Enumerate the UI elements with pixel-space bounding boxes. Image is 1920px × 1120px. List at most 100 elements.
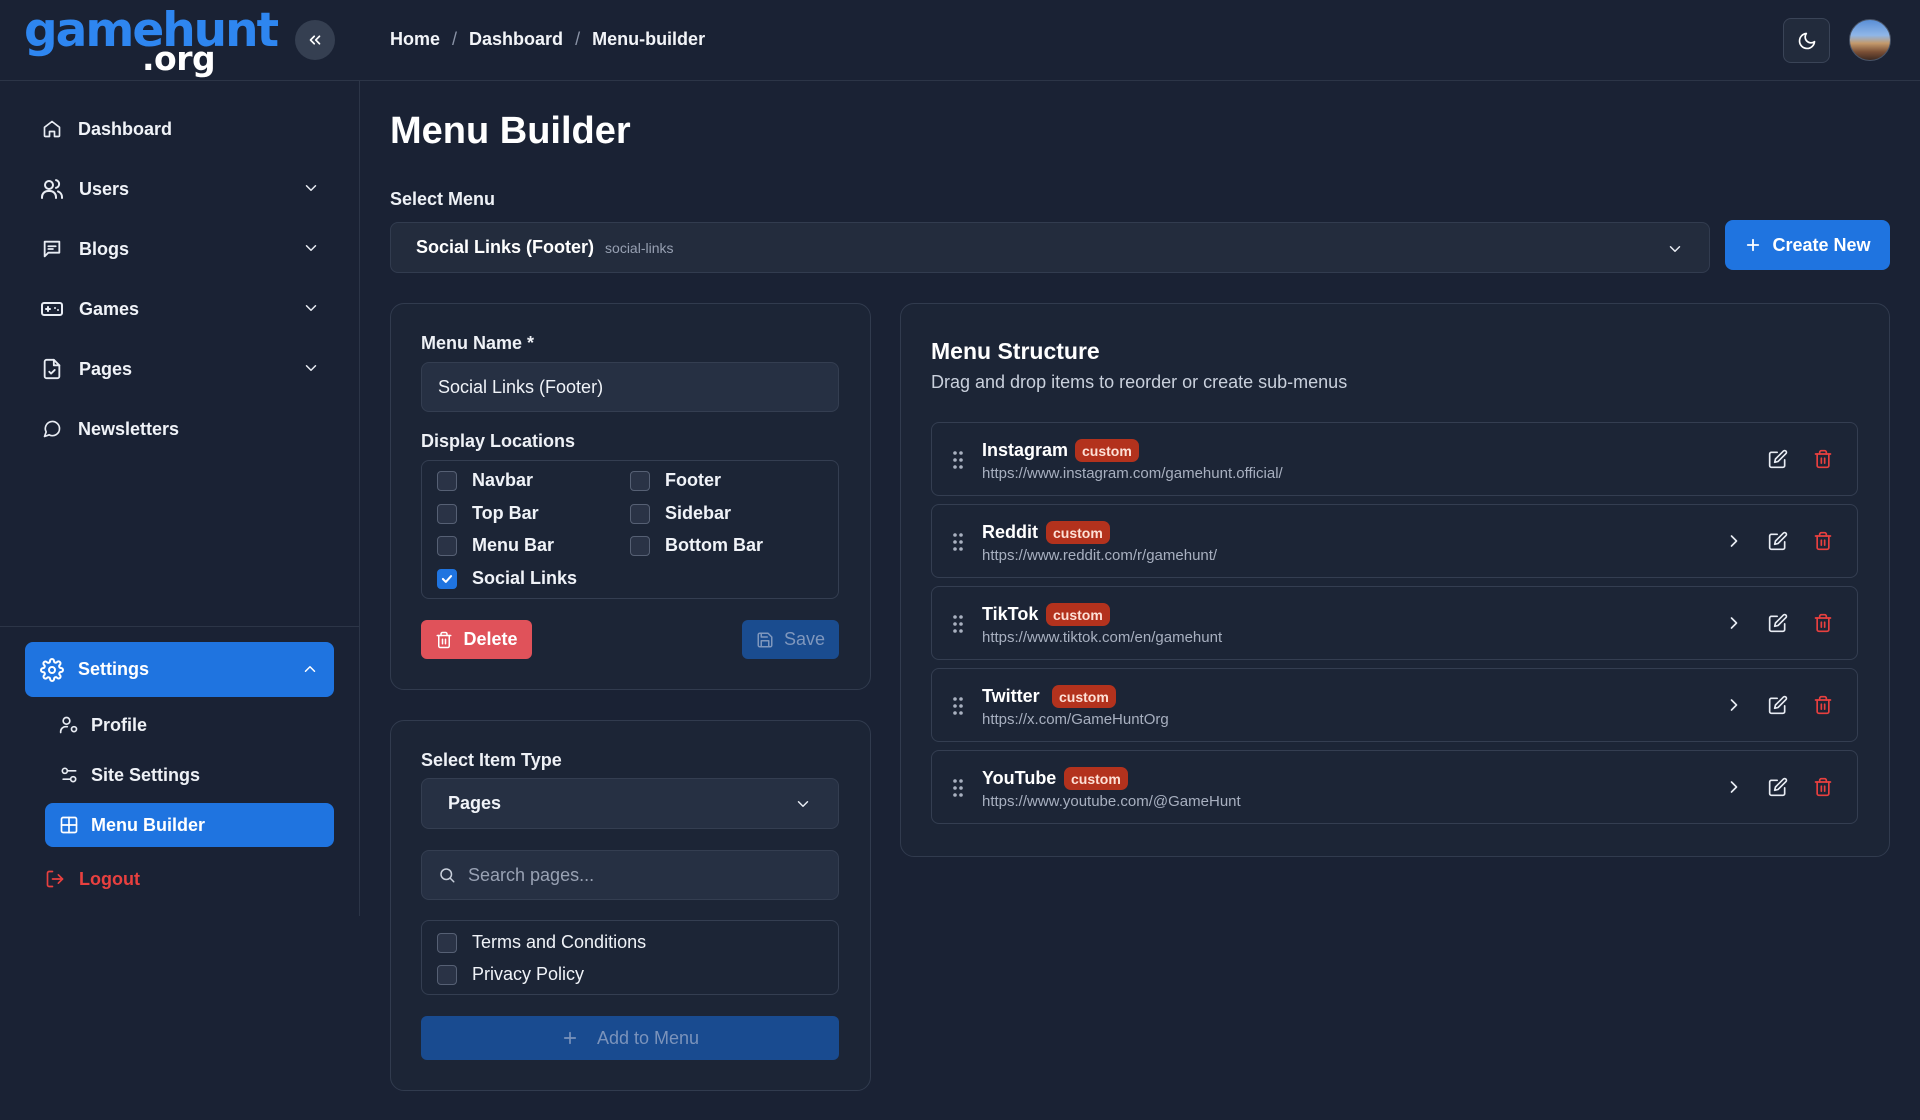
menu-item-row[interactable]: YouTube custom https://www.youtube.com/@… [931, 750, 1858, 824]
sidebar-item-users[interactable]: Users [25, 164, 335, 214]
menu-item-row[interactable]: Twitter custom https://x.com/GameHuntOrg [931, 668, 1858, 742]
gamepad-icon [41, 302, 63, 316]
location-bottom-bar-checkbox[interactable]: Bottom Bar [630, 535, 763, 556]
breadcrumb-separator: / [575, 29, 581, 49]
sidebar-item-pages[interactable]: Pages [25, 344, 335, 394]
search-icon [440, 868, 455, 883]
display-locations-label: Display Locations [421, 431, 576, 451]
logout-button[interactable]: Logout [45, 861, 140, 897]
menu-name-input[interactable]: Social Links (Footer) [421, 362, 839, 412]
gear-icon [40, 657, 64, 682]
edit-icon[interactable] [1768, 531, 1788, 551]
item-type-label: Select Item Type [421, 750, 562, 770]
item-type-dropdown[interactable]: Pages [421, 778, 839, 829]
menu-item-badge: custom [1052, 685, 1116, 708]
sidebar-item-label: Pages [79, 358, 133, 379]
page-title: Menu Builder [390, 110, 631, 152]
drag-handle-icon[interactable] [952, 696, 964, 716]
sidebar-subitem-profile[interactable]: Profile [45, 703, 334, 747]
top-header: gamehunt .org Home / Dashboard / Menu-bu… [0, 0, 1920, 81]
menu-item-row[interactable]: TikTok custom https://www.tiktok.com/en/… [931, 586, 1858, 660]
save-menu-button[interactable]: Save [742, 620, 839, 659]
select-menu-dropdown[interactable]: Social Links (Footer) social-links [390, 222, 1710, 273]
location-social-links-checkbox[interactable]: Social Links [437, 568, 577, 589]
breadcrumb-dashboard[interactable]: Dashboard [469, 29, 563, 50]
menu-item-row[interactable]: Instagram custom https://www.instagram.c… [931, 422, 1858, 496]
edit-icon[interactable] [1768, 449, 1788, 469]
menu-item-url: https://www.reddit.com/r/gamehunt/ [982, 547, 1218, 564]
select-menu-value: Social Links (Footer) [416, 237, 595, 257]
gamehunt-logo[interactable]: gamehunt .org [24, 6, 279, 76]
location-top-bar-checkbox[interactable]: Top Bar [437, 503, 539, 524]
edit-icon[interactable] [1768, 695, 1788, 715]
home-icon [43, 120, 61, 138]
location-sidebar-checkbox[interactable]: Sidebar [630, 503, 731, 524]
sidebar-item-label: Settings [78, 659, 150, 679]
page-privacy-checkbox[interactable]: Privacy Policy [437, 964, 584, 985]
add-to-menu-button[interactable]: Add to Menu [421, 1016, 839, 1060]
breadcrumb-home[interactable]: Home [390, 29, 440, 50]
sidebar-item-label: Dashboard [78, 118, 173, 139]
trash-icon[interactable] [1813, 695, 1833, 715]
sidebar-item-label: Blogs [79, 238, 130, 259]
menu-item-name: YouTube [982, 768, 1057, 788]
breadcrumb: Home / Dashboard / Menu-builder [390, 29, 705, 50]
menu-item-url: https://www.tiktok.com/en/gamehunt [982, 629, 1223, 646]
sidebar-item-newsletters[interactable]: Newsletters [25, 404, 335, 454]
sidebar-item-label: Users [79, 178, 130, 199]
chevron-right-icon[interactable] [1724, 531, 1744, 551]
sidebar-item-blogs[interactable]: Blogs [25, 224, 335, 274]
theme-toggle-button[interactable] [1783, 18, 1830, 63]
chevron-down-icon [305, 305, 317, 311]
moon-icon [1798, 32, 1815, 49]
drag-handle-icon[interactable] [952, 450, 964, 470]
create-new-label: Create New [1772, 234, 1871, 255]
create-new-button[interactable]: Create New [1725, 220, 1890, 270]
menu-item-badge: custom [1064, 767, 1128, 790]
menu-item-badge: custom [1075, 439, 1139, 462]
location-navbar-checkbox[interactable]: Navbar [437, 470, 533, 491]
sidebar-item-settings[interactable]: Settings [25, 642, 334, 697]
menu-item-url: https://x.com/GameHuntOrg [982, 711, 1169, 728]
select-menu-slug: social-links [605, 239, 674, 256]
collapse-sidebar-button[interactable] [295, 20, 335, 60]
chevron-down-icon [1669, 246, 1681, 252]
edit-icon[interactable] [1768, 613, 1788, 633]
trash-icon[interactable] [1813, 613, 1833, 633]
save-label: Save [783, 629, 826, 649]
chevron-down-icon [305, 245, 317, 251]
location-footer-checkbox[interactable]: Footer [630, 470, 721, 491]
sidebar-subitem-menu-builder[interactable]: Menu Builder [45, 803, 334, 847]
delete-menu-button[interactable]: Delete [421, 620, 532, 659]
drag-handle-icon[interactable] [952, 532, 964, 552]
search-pages-input[interactable]: Search pages... [421, 850, 839, 900]
chevron-right-icon[interactable] [1724, 777, 1744, 797]
chevron-right-icon[interactable] [1724, 613, 1744, 633]
drag-handle-icon[interactable] [952, 778, 964, 798]
menu-item-row[interactable]: Reddit custom https://www.reddit.com/r/g… [931, 504, 1858, 578]
logout-label: Logout [79, 868, 140, 889]
menu-item-badge: custom [1046, 521, 1110, 544]
trash-icon[interactable] [1813, 531, 1833, 551]
sidebar-item-games[interactable]: Games [25, 284, 335, 334]
drag-handle-icon[interactable] [952, 614, 964, 634]
breadcrumb-current: Menu-builder [592, 29, 706, 49]
user-avatar[interactable] [1849, 19, 1891, 61]
sidebar-item-label: Newsletters [78, 418, 180, 439]
trash-icon[interactable] [1813, 449, 1833, 469]
trash-icon[interactable] [1813, 777, 1833, 797]
page-terms-checkbox[interactable]: Terms and Conditions [437, 932, 646, 953]
plus-icon [1747, 238, 1760, 252]
logout-icon [46, 870, 64, 888]
delete-label: Delete [463, 629, 518, 649]
chevron-right-icon[interactable] [1724, 695, 1744, 715]
users-icon [41, 179, 63, 199]
menu-item-url: https://www.youtube.com/@GameHunt [982, 793, 1241, 810]
location-menu-bar-checkbox[interactable]: Menu Bar [437, 535, 554, 556]
sidebar-subitem-site-settings[interactable]: Site Settings [45, 753, 334, 797]
edit-icon[interactable] [1768, 777, 1788, 797]
sidebar-item-dashboard[interactable]: Dashboard [25, 104, 335, 154]
chevron-down-icon [797, 801, 809, 807]
sidebar: Dashboard Users Blogs Games Pages Newsle… [0, 81, 360, 916]
sidebar-subitem-label: Site Settings [91, 764, 201, 785]
